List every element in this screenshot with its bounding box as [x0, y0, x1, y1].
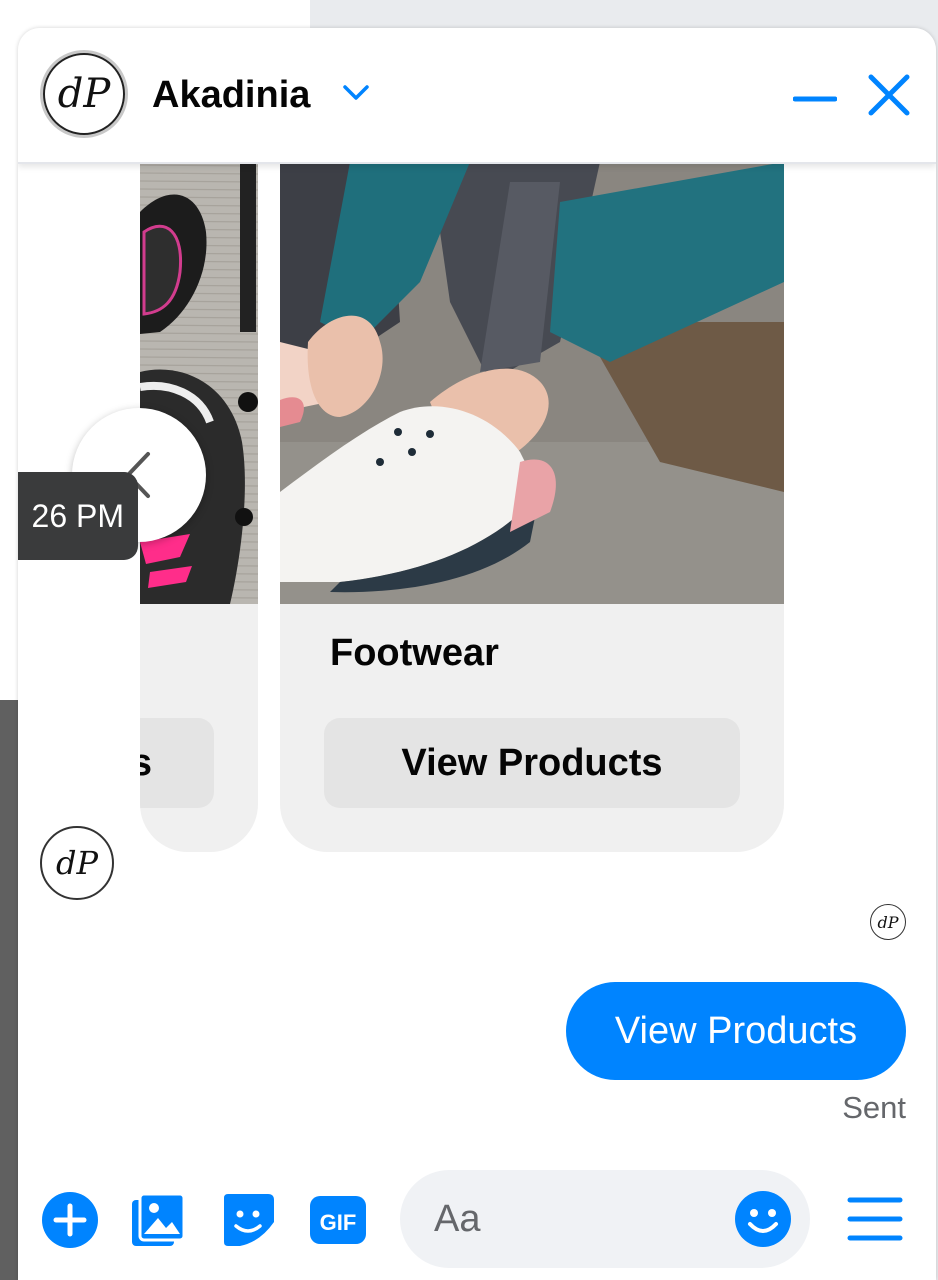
sender-avatar[interactable]: dP — [40, 826, 114, 900]
message-input-placeholder: Aa — [434, 1198, 481, 1240]
photo-icon[interactable] — [128, 1190, 188, 1250]
carousel-card-footwear[interactable]: Footwear View Products — [280, 162, 784, 852]
emoji-icon[interactable] — [734, 1190, 792, 1248]
view-products-button[interactable]: View Products — [324, 718, 740, 808]
chat-header: dP Akadinia — [18, 28, 936, 164]
page-avatar[interactable]: dP — [40, 50, 128, 138]
message-status: Sent — [842, 1090, 906, 1125]
menu-icon[interactable] — [846, 1194, 904, 1244]
close-icon[interactable] — [866, 72, 912, 118]
plus-icon[interactable] — [40, 1190, 100, 1250]
message-list[interactable]: s Footwear View Products 26 PM dP dP Vie… — [18, 162, 936, 1162]
sticker-icon[interactable] — [218, 1190, 278, 1250]
view-products-button-previous[interactable]: s — [140, 718, 214, 808]
chat-window: dP Akadinia s Footwear View Products 26 … — [18, 28, 936, 1280]
page-name[interactable]: Akadinia — [152, 74, 310, 117]
seen-indicator-avatar: dP — [870, 904, 906, 940]
chevron-down-icon[interactable] — [342, 82, 370, 104]
avatar-monogram: dP — [43, 53, 125, 135]
gif-label: GIF — [320, 1210, 357, 1235]
composer-bar: GIF Aa — [18, 1162, 936, 1280]
message-input[interactable]: Aa — [400, 1170, 810, 1268]
card-image-footwear — [280, 162, 784, 604]
button-label-fragment: s — [140, 741, 152, 784]
card-title: Footwear — [330, 632, 499, 674]
gif-button[interactable]: GIF — [308, 1190, 368, 1250]
sent-message-bubble[interactable]: View Products — [566, 982, 906, 1080]
gif-icon: GIF — [310, 1196, 366, 1244]
timestamp-tooltip: 26 PM — [18, 472, 138, 560]
background-page-strip — [0, 700, 20, 1280]
minimize-icon[interactable] — [793, 84, 837, 114]
